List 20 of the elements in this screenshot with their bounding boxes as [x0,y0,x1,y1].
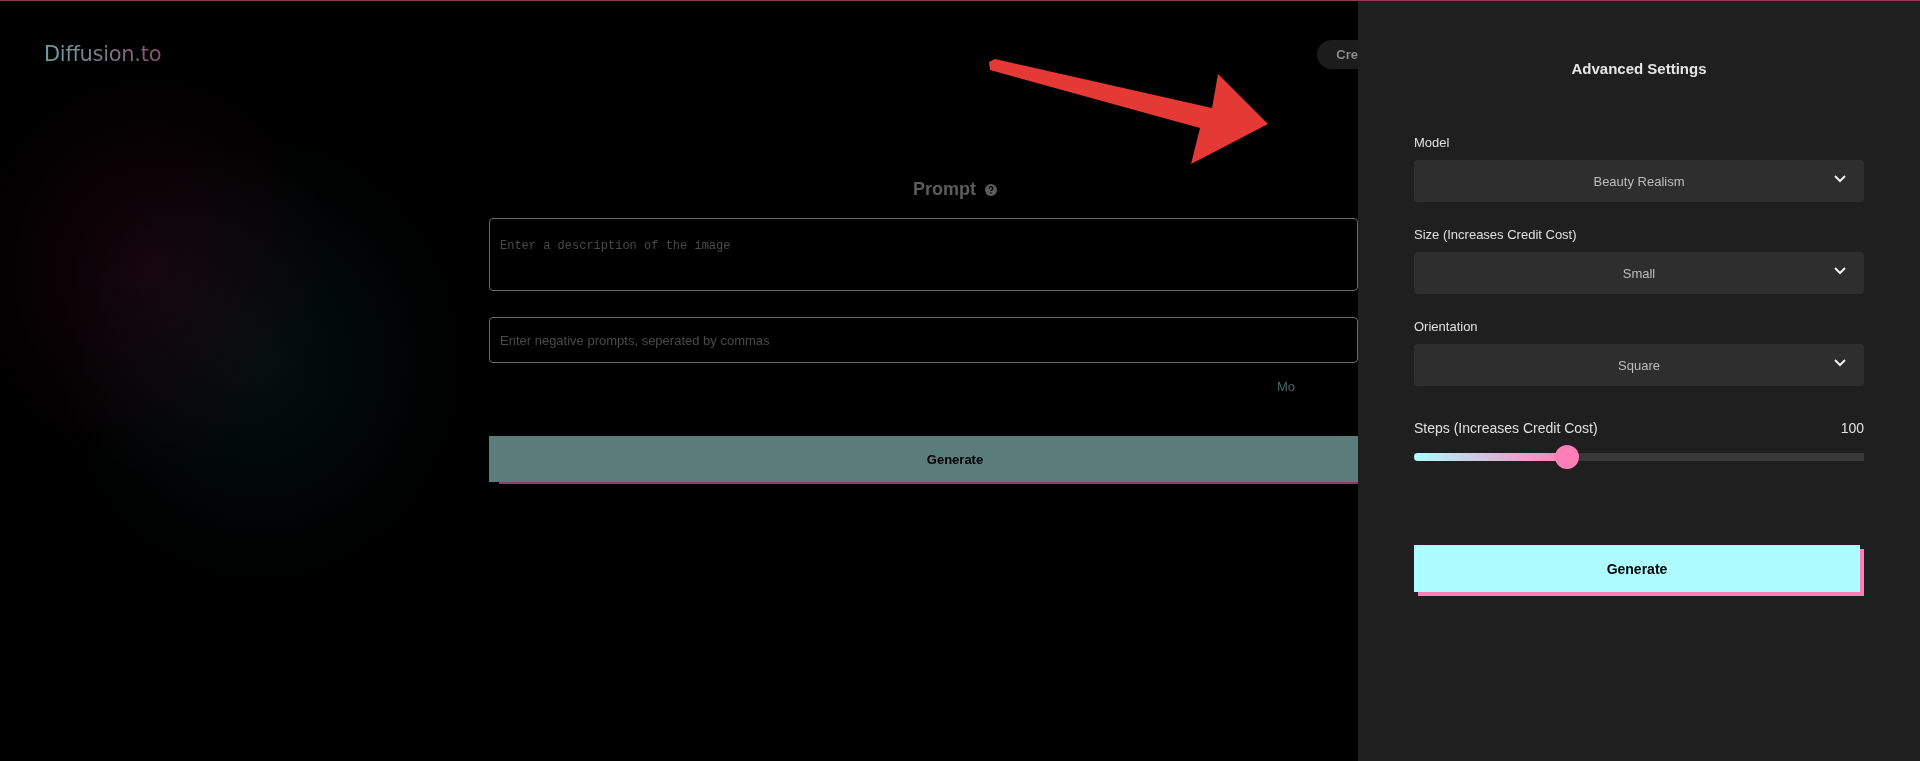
negative-prompt-field[interactable]: Enter negative prompts, seperated by commas [489,317,1358,363]
field-label: Model [1414,135,1451,150]
prompt-title: Prompt [913,179,976,200]
field-label: Size (Increases Credit Cost) [1414,227,1578,242]
chevron-down-icon [1834,359,1846,367]
description-field[interactable]: Enter a description of the image [489,218,1358,291]
select-dropdown[interactable]: Square [1414,344,1864,386]
chevron-down-icon [1834,175,1846,183]
help-icon[interactable] [985,183,997,196]
chevron-down-icon [1834,267,1846,275]
steps-value: 100 [1840,420,1864,436]
slider-thumb[interactable] [1555,445,1579,469]
header-button[interactable]: Cre [1317,39,1358,69]
select-dropdown[interactable]: Beauty Realism [1414,160,1864,202]
generate-button[interactable]: Generate [489,436,1358,482]
panel-title: Advanced Settings [1571,60,1707,77]
steps-label: Steps (Increases Credit Cost) [1414,420,1598,436]
link[interactable]: Mo [1276,379,1295,394]
field-label: Orientation [1414,319,1479,334]
select-dropdown[interactable]: Small [1414,252,1864,294]
